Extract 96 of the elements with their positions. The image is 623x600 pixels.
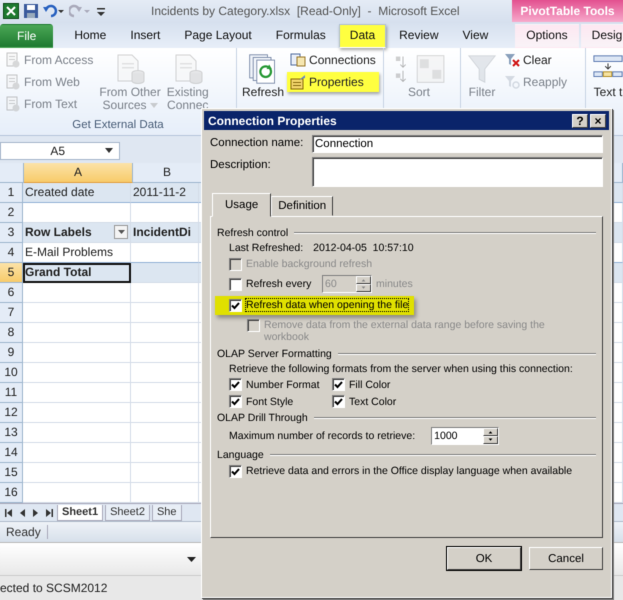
sheet-navigation-icon[interactable] bbox=[3, 508, 55, 518]
row-header[interactable]: 9 bbox=[0, 343, 23, 363]
dropdown-icon[interactable] bbox=[187, 556, 196, 562]
document-icon bbox=[5, 96, 21, 112]
ribbon-tab[interactable]: Formulas bbox=[264, 24, 337, 48]
row-header[interactable]: 2 bbox=[0, 203, 23, 223]
ribbon-button[interactable]: Clear bbox=[501, 50, 570, 70]
checkbox-label: Retrieve data and errors in the Office display language when available bbox=[246, 465, 572, 477]
table-cell: Row Labels bbox=[23, 223, 131, 243]
reapply-icon bbox=[504, 74, 520, 90]
window-title: Incidents by Category.xlsx [Read-Only] - Microsoft Excel bbox=[151, 4, 460, 18]
description-field[interactable] bbox=[312, 157, 603, 187]
dialog-button[interactable]: OK bbox=[447, 547, 521, 570]
connections-icon bbox=[290, 52, 306, 68]
unit-label: minutes bbox=[376, 278, 413, 290]
ribbon-tab[interactable]: Options bbox=[515, 24, 579, 48]
caret-icon bbox=[118, 230, 124, 234]
name-box[interactable]: A5 bbox=[0, 142, 120, 160]
checkbox[interactable] bbox=[332, 395, 345, 408]
checkbox-label: Number Format bbox=[246, 378, 320, 390]
properties-icon bbox=[290, 74, 306, 90]
table-cell: IncidentDi bbox=[131, 223, 199, 243]
filter-icon bbox=[466, 53, 498, 85]
field-label: Maximum number of records to retrieve: bbox=[229, 430, 416, 442]
checkbox-label: Enable background refresh bbox=[246, 258, 372, 270]
checkbox-label: Remove data from the external data range before saving the workbook bbox=[264, 319, 546, 343]
ribbon-button[interactable]: Connections bbox=[287, 50, 379, 70]
checkbox[interactable] bbox=[332, 378, 345, 391]
ribbon-tab[interactable]: File bbox=[0, 24, 54, 48]
description-text: Retrieve the following formats from the server when using this connection: bbox=[229, 363, 573, 375]
ribbon-tab[interactable]: Home bbox=[63, 24, 118, 48]
sheet-tab[interactable]: Sheet1 bbox=[57, 504, 104, 520]
info-value: 2012-04-05 10:57:10 bbox=[313, 242, 414, 254]
dialog-tab[interactable]: Usage bbox=[212, 193, 272, 217]
checkbox-label: Refresh every bbox=[246, 278, 312, 290]
row-header[interactable]: 10 bbox=[0, 363, 23, 383]
ribbon-button[interactable]: Properties bbox=[287, 72, 379, 92]
checkbox[interactable] bbox=[229, 395, 242, 408]
ribbon-tab[interactable]: Page Layout bbox=[173, 24, 263, 48]
help-button[interactable]: ? bbox=[572, 114, 588, 128]
checkbox-label: Text Color bbox=[349, 396, 396, 408]
row-header[interactable]: 1 bbox=[0, 183, 23, 203]
checkbox[interactable] bbox=[229, 378, 242, 391]
field-label: Connection name: bbox=[210, 136, 304, 151]
field-label: Description: bbox=[210, 158, 272, 173]
dialog-title: Connection Properties bbox=[208, 114, 338, 128]
close-button[interactable]: × bbox=[590, 114, 606, 128]
info-label: Last Refreshed: bbox=[229, 242, 304, 254]
checkbox-label: Font Style bbox=[246, 396, 294, 408]
spreadsheet-icon bbox=[3, 3, 19, 19]
row-header[interactable]: 12 bbox=[0, 403, 23, 423]
context-tab-label: PivotTable Tools bbox=[512, 0, 623, 22]
undo-icon[interactable] bbox=[43, 3, 65, 19]
table-cell: Grand Total bbox=[23, 263, 131, 283]
section-heading: Refresh control bbox=[217, 227, 288, 239]
connection-status: ected to SCSM2012 bbox=[0, 581, 108, 595]
table-cell: 2011-11-2 bbox=[131, 183, 199, 203]
dropdown-icon bbox=[105, 148, 113, 153]
ribbon-tab[interactable]: Data bbox=[338, 24, 386, 48]
ribbon-tab[interactable]: Insert bbox=[119, 24, 172, 48]
save-icon[interactable] bbox=[23, 3, 39, 19]
row-header[interactable]: 6 bbox=[0, 283, 23, 303]
records-spinner[interactable]: 1000 bbox=[431, 427, 500, 445]
row-header[interactable]: 15 bbox=[0, 463, 23, 483]
sheet-tab[interactable]: She bbox=[152, 504, 182, 520]
row-header[interactable]: 11 bbox=[0, 383, 23, 403]
clear-filter-icon bbox=[504, 52, 520, 68]
row-header[interactable]: 8 bbox=[0, 323, 23, 343]
section-heading: OLAP Drill Through bbox=[217, 412, 308, 424]
column-header[interactable]: B bbox=[133, 163, 202, 183]
checkbox-label: Fill Color bbox=[349, 378, 390, 390]
status-text: Ready bbox=[0, 525, 48, 539]
table-cell: Created date bbox=[23, 183, 131, 203]
checkbox[interactable] bbox=[229, 465, 242, 478]
ribbon-tab[interactable]: Review bbox=[388, 24, 450, 48]
ribbon-tab[interactable]: View bbox=[452, 24, 500, 48]
column-header[interactable]: A bbox=[24, 163, 133, 183]
connection-name-field[interactable]: Connection bbox=[312, 135, 603, 153]
section-heading: OLAP Server Formatting bbox=[217, 348, 332, 360]
row-header[interactable]: 14 bbox=[0, 443, 23, 463]
checkbox[interactable] bbox=[229, 278, 242, 290]
row-header[interactable]: 13 bbox=[0, 423, 23, 443]
row-header[interactable]: 3 bbox=[0, 223, 23, 243]
caret-icon bbox=[150, 103, 158, 108]
sheet-tab[interactable]: Sheet2 bbox=[105, 504, 150, 520]
checkbox-label: Refresh data when opening the file bbox=[246, 299, 408, 311]
checkbox[interactable] bbox=[229, 299, 242, 312]
row-header[interactable]: 16 bbox=[0, 483, 23, 503]
ribbon-tab[interactable]: Desig bbox=[580, 24, 623, 48]
row-header[interactable]: 7 bbox=[0, 303, 23, 323]
filter-dropdown-button[interactable] bbox=[114, 225, 128, 239]
row-header[interactable]: 5 bbox=[0, 263, 23, 283]
section-heading: Language bbox=[217, 449, 264, 461]
row-header[interactable]: 4 bbox=[0, 243, 23, 263]
dialog-button[interactable]: Cancel bbox=[529, 547, 603, 570]
dialog-tab[interactable]: Definition bbox=[271, 196, 334, 216]
